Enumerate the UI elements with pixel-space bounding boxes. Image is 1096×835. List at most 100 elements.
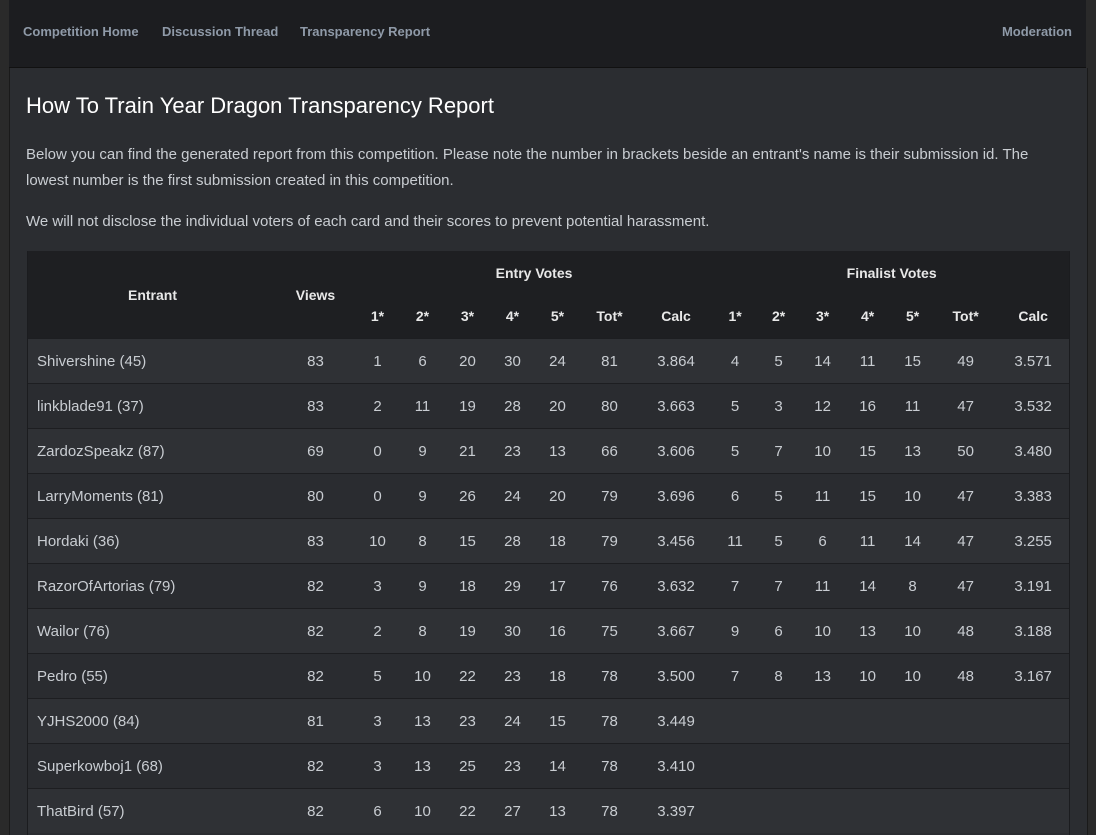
entry-vote-cell: 15 (444, 518, 491, 564)
finalist-vote-cell: 7 (714, 563, 757, 609)
header-views: Views (277, 251, 354, 339)
views-cell: 83 (277, 338, 354, 384)
entry-vote-cell: 28 (491, 383, 534, 429)
finalist-vote-cell: 14 (844, 563, 892, 609)
entry-vote-cell: 26 (444, 473, 491, 519)
entry-vote-cell: 75 (581, 608, 638, 654)
page-title: How To Train Year Dragon Transparency Re… (26, 93, 494, 118)
entry-vote-cell: 30 (491, 338, 534, 384)
finalist-vote-cell: 11 (891, 383, 935, 429)
top-navigation: Competition Home Discussion Thread Trans… (9, 0, 1086, 68)
finalist-vote-cell (997, 698, 1069, 744)
entry-vote-cell: 28 (491, 518, 534, 564)
finalist-vote-cell: 5 (756, 338, 802, 384)
entry-vote-cell: 3.606 (638, 428, 715, 474)
finalist-vote-cell: 11 (801, 473, 845, 519)
header-finalist-4star: 4* (844, 294, 892, 339)
entry-vote-cell: 23 (491, 428, 534, 474)
entry-vote-cell: 3.667 (638, 608, 715, 654)
entry-vote-cell: 9 (401, 428, 444, 474)
header-entry-2star: 2* (401, 294, 444, 339)
header-finalist-5star: 5* (891, 294, 935, 339)
entry-vote-cell: 76 (581, 563, 638, 609)
entry-vote-cell: 1 (354, 338, 401, 384)
nav-transparency-report[interactable]: Transparency Report (300, 24, 430, 39)
entrant-cell: Superkowboj1 (68) (28, 743, 277, 789)
finalist-vote-cell: 47 (934, 563, 998, 609)
finalist-vote-cell: 14 (801, 338, 845, 384)
entry-vote-cell: 3.410 (638, 743, 715, 789)
finalist-vote-cell (714, 698, 757, 744)
entry-vote-cell: 16 (534, 608, 581, 654)
finalist-vote-cell: 7 (756, 563, 802, 609)
finalist-vote-cell: 13 (801, 653, 845, 699)
entry-vote-cell: 20 (444, 338, 491, 384)
entrant-cell: Pedro (55) (28, 653, 277, 699)
finalist-vote-cell: 11 (844, 518, 892, 564)
table-row: Hordaki (36) 83 10 8 15 28 18 79 3.456 11 5 6 11 14 47… (28, 518, 1069, 564)
entry-vote-cell: 10 (401, 653, 444, 699)
finalist-vote-cell (801, 698, 845, 744)
finalist-vote-cell: 12 (801, 383, 845, 429)
views-cell: 82 (277, 563, 354, 609)
entry-vote-cell: 9 (401, 563, 444, 609)
finalist-vote-cell (844, 743, 892, 789)
entry-vote-cell: 10 (354, 518, 401, 564)
entry-vote-cell: 22 (444, 788, 491, 833)
finalist-vote-cell: 47 (934, 518, 998, 564)
entrant-cell: RazorOfArtorias (79) (28, 563, 277, 609)
entry-vote-cell: 23 (444, 698, 491, 744)
entry-vote-cell: 10 (401, 788, 444, 833)
entry-vote-cell: 23 (491, 653, 534, 699)
finalist-vote-cell: 11 (714, 518, 757, 564)
report-table: Entrant Views Entry Votes Finalist Votes… (28, 251, 1069, 833)
header-entrant: Entrant (28, 251, 277, 339)
entry-vote-cell: 81 (581, 338, 638, 384)
finalist-vote-cell: 13 (844, 608, 892, 654)
entry-vote-cell: 21 (444, 428, 491, 474)
finalist-vote-cell: 8 (756, 653, 802, 699)
header-entry-4star: 4* (491, 294, 534, 339)
nav-discussion-thread[interactable]: Discussion Thread (162, 24, 278, 39)
finalist-vote-cell: 10 (801, 428, 845, 474)
entry-vote-cell: 24 (534, 338, 581, 384)
entrant-cell: Hordaki (36) (28, 518, 277, 564)
finalist-vote-cell: 10 (844, 653, 892, 699)
finalist-vote-cell (997, 788, 1069, 833)
entrant-cell: ThatBird (57) (28, 788, 277, 833)
entry-vote-cell: 3.449 (638, 698, 715, 744)
finalist-vote-cell: 48 (934, 608, 998, 654)
report-table-container: Entrant Views Entry Votes Finalist Votes… (27, 251, 1070, 835)
header-finalist-totstar: Tot* (934, 294, 998, 339)
entry-vote-cell: 15 (534, 698, 581, 744)
entry-vote-cell: 3.456 (638, 518, 715, 564)
header-entry-totstar: Tot* (581, 294, 638, 339)
views-cell: 69 (277, 428, 354, 474)
nav-competition-home[interactable]: Competition Home (23, 24, 139, 39)
finalist-vote-cell (891, 788, 935, 833)
finalist-vote-cell: 3.191 (997, 563, 1069, 609)
finalist-vote-cell: 14 (891, 518, 935, 564)
finalist-vote-cell: 10 (891, 653, 935, 699)
finalist-vote-cell (756, 743, 802, 789)
header-finalist-votes: Finalist Votes (714, 251, 1069, 294)
finalist-vote-cell: 11 (844, 338, 892, 384)
entrant-cell: ZardozSpeakz (87) (28, 428, 277, 474)
finalist-vote-cell: 7 (714, 653, 757, 699)
entrant-cell: YJHS2000 (84) (28, 698, 277, 744)
header-finalist-3star: 3* (801, 294, 845, 339)
finalist-vote-cell (714, 788, 757, 833)
finalist-vote-cell: 48 (934, 653, 998, 699)
finalist-vote-cell: 5 (714, 428, 757, 474)
table-row: LarryMoments (81) 80 0 9 26 24 20 79 3.696 6 5 11 15… (28, 473, 1069, 519)
nav-moderation[interactable]: Moderation (1002, 24, 1072, 39)
entry-vote-cell: 13 (534, 788, 581, 833)
finalist-vote-cell: 15 (844, 428, 892, 474)
table-row: Superkowboj1 (68) 82 3 13 25 23 14 78 3.410 (28, 743, 1069, 789)
finalist-vote-cell (997, 743, 1069, 789)
finalist-vote-cell (934, 698, 998, 744)
finalist-vote-cell: 3.188 (997, 608, 1069, 654)
entry-vote-cell: 30 (491, 608, 534, 654)
finalist-vote-cell (934, 788, 998, 833)
finalist-vote-cell: 7 (756, 428, 802, 474)
